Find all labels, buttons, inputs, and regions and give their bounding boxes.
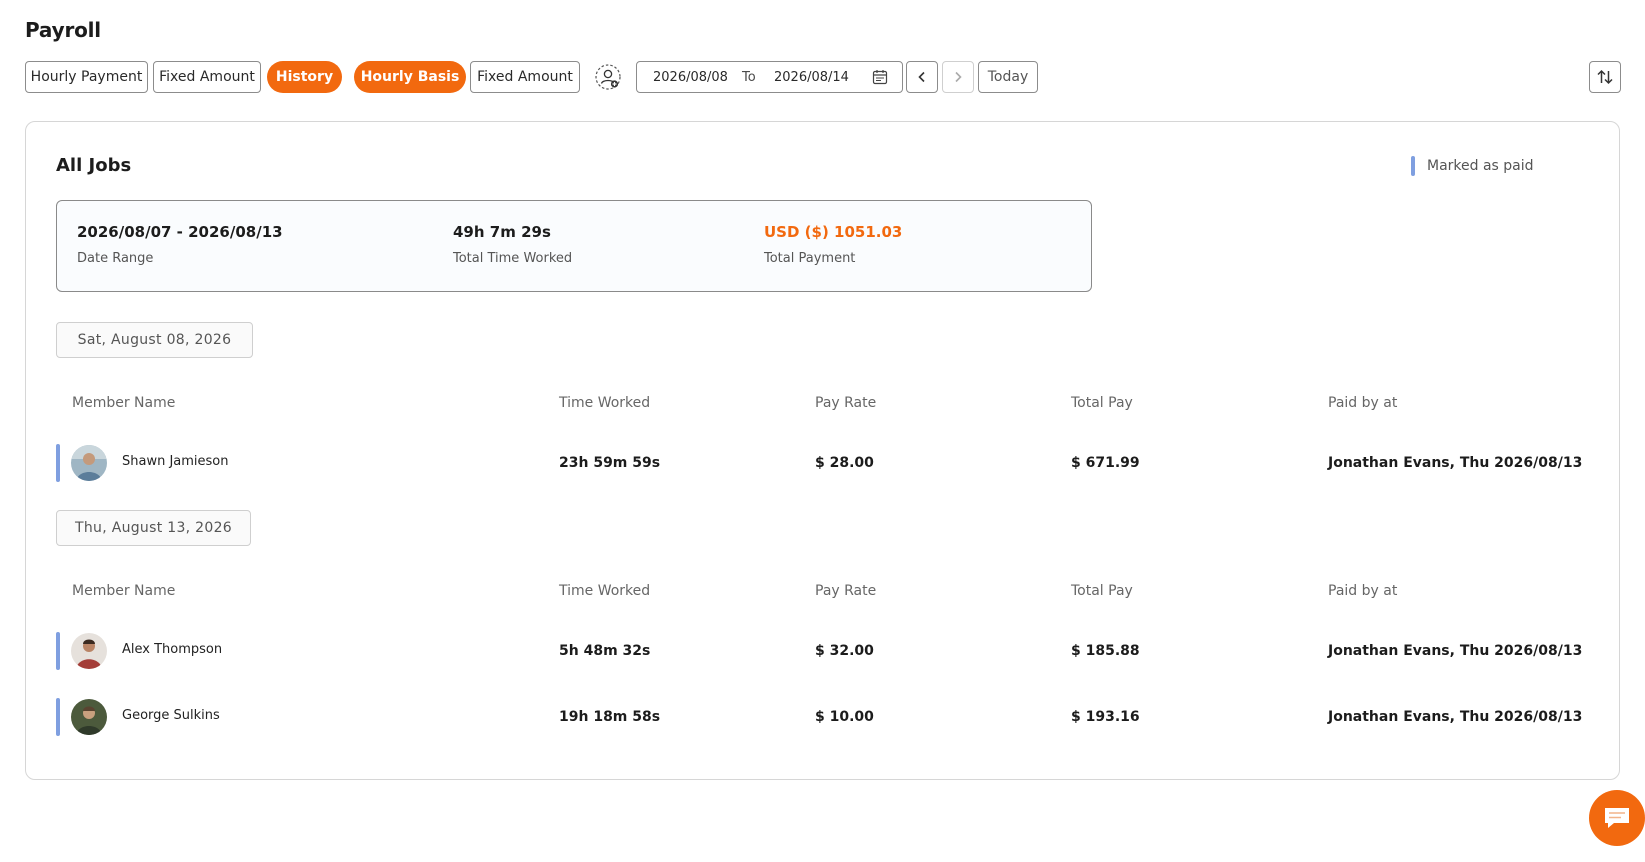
summary-total-time-value: 49h 7m 29s [453,223,551,241]
tab-hourly-payment[interactable]: Hourly Payment [25,61,148,93]
total-pay: $ 671.99 [1071,455,1140,471]
col-time-worked: Time Worked [559,395,651,411]
summary-box: 2026/08/07 - 2026/08/13 Date Range 49h 7… [56,200,1092,292]
time-worked: 5h 48m 32s [559,643,651,659]
page-title: Payroll [25,18,101,42]
card-title: All Jobs [56,155,132,176]
subtab-hourly-basis[interactable]: Hourly Basis [354,61,466,93]
tab-history[interactable]: History [267,61,342,93]
total-pay: $ 193.16 [1071,709,1140,725]
pay-rate: $ 10.00 [815,709,874,725]
col-total-pay: Total Pay [1071,583,1133,599]
chevron-left-icon [918,71,925,83]
previous-week-button[interactable] [906,61,938,93]
member-name: Shawn Jamieson [122,454,229,469]
date-to-label: To [742,69,756,85]
col-member-name: Member Name [72,583,176,599]
group-date-chip: Thu, August 13, 2026 [56,510,251,546]
member-name: Alex Thompson [122,642,223,657]
paid-by: Jonathan Evans, Thu 2026/08/13 [1328,709,1583,725]
chevron-right-icon [955,71,962,83]
table-row[interactable]: Alex Thompson 5h 48m 32s $ 32.00 $ 185.8… [56,632,1586,670]
col-time-worked: Time Worked [559,583,651,599]
chat-button[interactable] [1589,790,1645,846]
summary-date-range-label: Date Range [77,251,154,266]
table-row[interactable]: Shawn Jamieson 23h 59m 59s $ 28.00 $ 671… [56,444,1586,482]
paid-legend-marker [1411,156,1415,176]
col-paid-by: Paid by at [1328,583,1398,599]
jobs-card: All Jobs Marked as paid 2026/08/07 - 202… [25,121,1620,780]
group-date-chip: Sat, August 08, 2026 [56,322,253,358]
paid-marker [56,698,60,736]
tab-fixed-amount[interactable]: Fixed Amount [153,61,261,93]
today-button[interactable]: Today [978,61,1038,93]
col-member-name: Member Name [72,395,176,411]
pay-rate: $ 32.00 [815,643,874,659]
date-to[interactable]: 2026/08/14 [774,70,849,85]
chat-icon [1605,808,1629,828]
summary-total-payment-label: Total Payment [764,251,856,266]
paid-legend-label: Marked as paid [1427,158,1534,174]
avatar [71,633,107,669]
pay-rate: $ 28.00 [815,455,874,471]
time-worked: 23h 59m 59s [559,455,661,471]
next-week-button[interactable] [942,61,974,93]
paid-marker [56,444,60,482]
table-row[interactable]: George Sulkins 19h 18m 58s $ 10.00 $ 193… [56,698,1586,736]
avatar [71,445,107,481]
paid-legend: Marked as paid [1411,156,1534,176]
date-from[interactable]: 2026/08/08 [653,70,728,85]
paid-by: Jonathan Evans, Thu 2026/08/13 [1328,643,1583,659]
summary-total-time: 49h 7m 29s Total Time Worked [453,223,572,266]
total-pay: $ 185.88 [1071,643,1140,659]
member-filter-button[interactable] [592,61,624,93]
calendar-icon[interactable] [872,69,888,85]
member-filter-icon [595,64,621,90]
col-total-pay: Total Pay [1071,395,1133,411]
col-paid-by: Paid by at [1328,395,1398,411]
date-range-picker[interactable]: 2026/08/08 To 2026/08/14 [636,61,903,93]
summary-date-range-value: 2026/08/07 - 2026/08/13 [77,223,283,241]
avatar [71,699,107,735]
time-worked: 19h 18m 58s [559,709,661,725]
summary-total-payment-value: USD ($) 1051.03 [764,223,903,241]
subtab-fixed-amount[interactable]: Fixed Amount [470,61,580,93]
paid-marker [56,632,60,670]
sort-arrows-icon [1597,69,1613,85]
col-pay-rate: Pay Rate [815,583,877,599]
sort-button[interactable] [1589,61,1621,93]
summary-date-range: 2026/08/07 - 2026/08/13 Date Range [77,223,283,266]
toolbar: Hourly Payment Fixed Amount History Hour… [25,61,1621,93]
paid-by: Jonathan Evans, Thu 2026/08/13 [1328,455,1583,471]
summary-total-time-label: Total Time Worked [453,251,573,266]
col-pay-rate: Pay Rate [815,395,877,411]
member-name: George Sulkins [122,708,220,723]
summary-total-payment: USD ($) 1051.03 Total Payment [764,223,902,266]
